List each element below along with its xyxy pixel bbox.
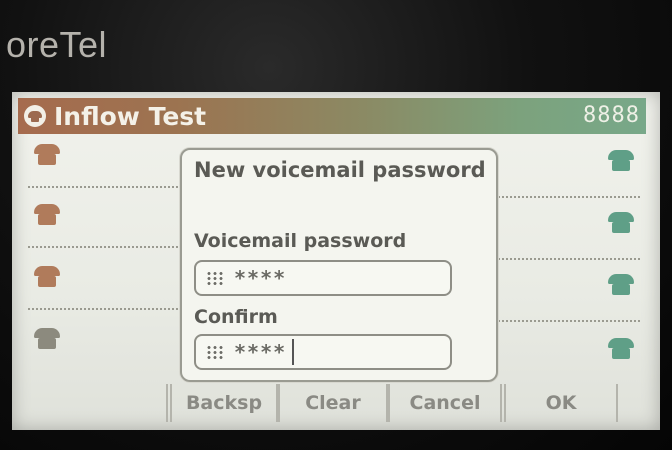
line-key-3-icon[interactable]: [34, 266, 60, 288]
password-label: Voicemail password: [194, 230, 407, 252]
line-key-7-icon[interactable]: [608, 274, 634, 296]
line-divider: [28, 186, 178, 189]
confirm-label: Confirm: [194, 306, 278, 328]
softkey-backspace[interactable]: Backsp: [170, 384, 278, 422]
line-key-8-icon[interactable]: [608, 338, 634, 360]
dialog-title: New voicemail password: [194, 158, 486, 182]
softkey-clear[interactable]: Clear: [278, 384, 388, 422]
title-text: Inflow Test: [54, 101, 207, 131]
title-bar: Inflow Test 8888: [18, 98, 646, 134]
line-divider: [498, 258, 640, 261]
line-key-4-icon[interactable]: [34, 328, 60, 350]
keypad-icon: [206, 345, 224, 359]
password-value: ****: [234, 266, 287, 290]
confirm-field[interactable]: ****: [194, 334, 452, 370]
text-caret: [292, 339, 295, 365]
softkey-cancel[interactable]: Cancel: [388, 384, 502, 422]
line-key-1-icon[interactable]: [34, 144, 60, 166]
password-field[interactable]: ****: [194, 260, 452, 296]
softkey-ok[interactable]: OK: [504, 384, 618, 422]
line-key-6-icon[interactable]: [608, 212, 634, 234]
phone-screen: Inflow Test 8888 New voicemail password …: [12, 92, 660, 430]
softkey-1[interactable]: [18, 384, 168, 422]
line-divider: [498, 320, 640, 323]
line-key-2-icon[interactable]: [34, 204, 60, 226]
extension-number: 8888: [583, 103, 640, 128]
phone-icon: [24, 105, 46, 127]
confirm-value: ****: [234, 340, 287, 364]
voicemail-password-dialog: New voicemail password Voicemail passwor…: [180, 148, 498, 382]
phone-bezel: oreTel Inflow Test 8888 New voicemail pa…: [0, 0, 672, 450]
line-key-5-icon[interactable]: [608, 150, 634, 172]
softkey-bar: Backsp Clear Cancel OK: [18, 384, 646, 424]
line-divider: [28, 246, 178, 249]
line-divider: [28, 308, 178, 311]
line-divider: [498, 196, 640, 199]
keypad-icon: [206, 271, 224, 285]
brand-logo: oreTel: [6, 24, 108, 65]
